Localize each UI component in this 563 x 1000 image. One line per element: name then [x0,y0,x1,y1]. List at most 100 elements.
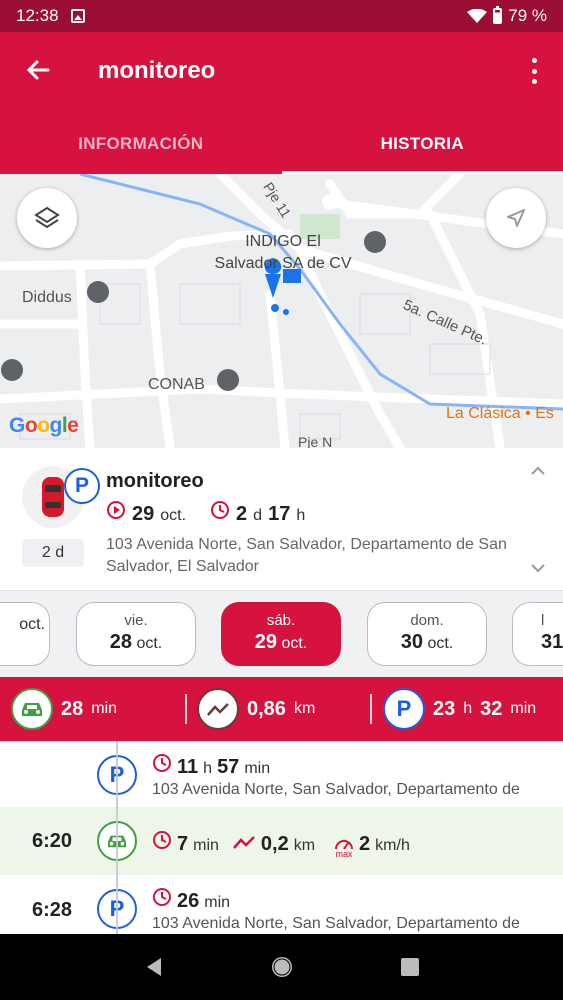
date-chip-30[interactable]: dom. 30 oct. [367,602,487,666]
clock-icon [211,501,230,519]
navigation-arrow-icon [507,209,525,227]
date-chip-month: oct. [281,635,308,652]
duration-pill: 2 d [22,539,84,567]
tab-informacion[interactable]: INFORMACIÓN [0,122,282,174]
timeline-item-drive[interactable]: 6:20 7 min 0,2 km max 2 km/h [0,807,563,875]
elapsed-hours-unit: h [296,507,306,524]
distance-value: 0,86 [247,697,286,720]
elapsed-hours: 17 [268,503,291,525]
park-minutes: 57 [217,756,240,778]
vehicle-card[interactable]: P monitoreo 29 oct. 2 d 17 h 2 d 103 Ave… [0,448,563,591]
drive-distance-unit: km [293,837,316,854]
max-speed-unit: km/h [375,837,410,854]
park-hours-unit: h [463,700,473,717]
drive-unit: min [91,700,118,717]
date-chip-month: oct. [427,635,454,652]
layers-icon [34,206,60,229]
date-chip-day: 28 [109,631,132,653]
date-selector: oct. vie. 28 oct. sáb. 29 oct. dom. 30 o… [0,591,563,677]
page-title: monitoreo [98,57,216,84]
date-chip-dow: l [541,612,545,629]
day-summary-bar: 28 min 0,86 km P 23 h 32 min [0,677,563,741]
back-arrow-icon[interactable] [22,54,54,86]
nav-recents-icon[interactable] [400,957,420,977]
timeline-item-park[interactable]: 6:28 P 26 min 103 Avenida Norte, San Sal… [0,875,563,934]
play-circle-icon [107,501,125,519]
chevron-up-icon[interactable] [531,466,545,476]
map-label-indigo: INDIGO El Salvador SA de CV [214,233,352,272]
car-icon [11,688,53,730]
status-time: 12:38 [16,6,59,25]
date-chip-dow: sáb. [266,612,296,629]
overflow-menu-icon[interactable] [529,58,539,84]
date-chip-dow: vie. [124,612,148,629]
map-label-diddus: Diddus [22,289,72,306]
summary-distance: 0,86 km [197,688,315,730]
parking-status-icon: P [64,468,100,504]
map-layers-button[interactable] [17,188,77,248]
map-label-pjen: Pje N [298,434,333,448]
drive-value: 28 [61,697,84,720]
elapsed-days: 2 [236,503,248,525]
timeline-item-park[interactable]: P 11 h 57 min 103 Avenida Norte, San Sal… [0,741,563,807]
tab-bar: INFORMACIÓN HISTORIA [0,122,563,174]
park-address: 103 Avenida Norte, San Salvador, Departa… [152,915,520,932]
wifi-icon [467,9,488,23]
park-address: 103 Avenida Norte, San Salvador, Departa… [152,781,520,798]
park-minutes: 32 [480,697,503,720]
image-notification-icon [70,9,85,23]
date-chip-month: oct. [136,635,163,652]
date-chip-day: 31 [541,631,563,653]
summary-divider [370,694,372,724]
park-minutes-unit: min [244,760,271,777]
app-bar: monitoreo INFORMACIÓN HISTORIA [0,32,563,174]
max-speed: 2 [359,833,371,855]
battery-level: 79 % [508,6,547,25]
clock-icon [153,888,171,906]
date-chip-dow: dom. [410,612,444,629]
trend-line-icon [232,836,255,849]
tab-historia[interactable]: HISTORIA [281,122,563,174]
clock-icon [153,831,171,849]
drive-start-time: 6:20 [32,830,73,852]
chevron-down-icon[interactable] [531,563,545,573]
map-location-button[interactable] [486,188,546,248]
date-chip-28[interactable]: vie. 28 oct. [76,602,196,666]
status-bar: 12:38 79 % [0,0,563,32]
nav-home-icon[interactable] [270,955,294,979]
speedometer-icon: max [334,838,354,859]
nav-back-icon[interactable] [143,956,165,978]
summary-parking-time: P 23 h 32 min [383,688,536,730]
battery-icon [493,6,503,24]
park-hours: 11 [177,756,199,778]
start-month: oct. [160,507,187,524]
park-hours-unit: h [203,760,213,777]
map-view[interactable]: Pje 11 INDIGO El Salvador SA de CV Diddu… [0,174,563,448]
clock-icon [153,754,171,772]
car-icon [97,821,137,861]
date-chip-31[interactable]: l 31 [512,602,563,666]
google-logo: Google [9,414,79,437]
park-minutes-unit: min [204,894,231,911]
park-hours: 23 [433,697,456,720]
timeline-list[interactable]: P 11 h 57 min 103 Avenida Norte, San Sal… [0,741,563,934]
park-minutes: 26 [177,890,200,912]
map-label-clasica: La Clásica • Es [446,405,554,422]
system-nav-bar [0,934,563,1000]
summary-divider [185,694,187,724]
vehicle-meta: 29 oct. 2 d 17 h [106,500,305,526]
date-chip-day: 29 [254,631,277,653]
parking-icon: P [97,755,137,795]
date-chip-prev[interactable]: oct. [0,602,50,666]
summary-drive-time: 28 min [11,688,117,730]
vehicle-name: monitoreo [106,470,204,492]
trend-line-icon [197,688,239,730]
date-chip-day: 30 [400,631,423,653]
park-minutes-unit: min [510,700,537,717]
park-start-time: 6:28 [32,899,73,921]
date-chip-29-selected[interactable]: sáb. 29 oct. [221,602,341,666]
drive-duration-unit: min [193,837,219,854]
drive-distance: 0,2 [260,833,289,855]
red-car-icon [42,477,64,517]
distance-unit: km [293,700,316,717]
